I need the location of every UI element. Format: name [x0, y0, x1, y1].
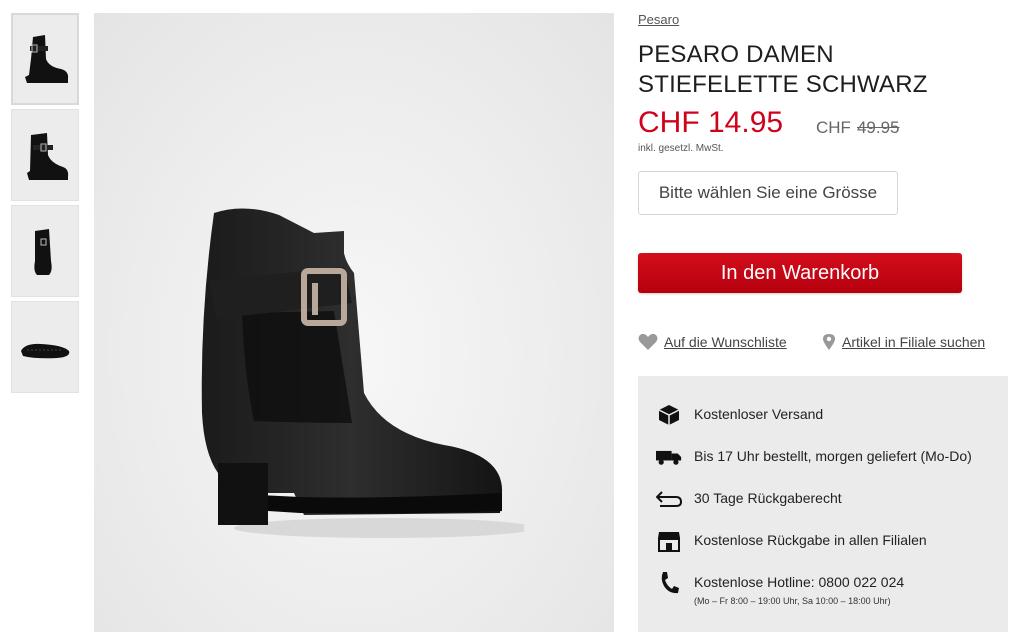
thumbnail-side-view[interactable]: [11, 13, 79, 105]
location-pin-icon: [823, 334, 835, 350]
size-select[interactable]: Bitte wählen Sie eine Grösse: [638, 171, 898, 215]
sole-thumbnail-icon: [21, 343, 70, 359]
benefit-item: Kostenloser Versand: [638, 402, 1008, 444]
benefit-text: Kostenlose Rückgabe in allen Filialen: [694, 532, 927, 548]
benefit-item: Kostenlose Rückgabe in allen Filialen: [638, 528, 1008, 570]
benefit-text: 30 Tage Rückgaberecht: [694, 490, 842, 506]
store-icon: [656, 528, 682, 554]
thumbnail-sole-view[interactable]: [11, 301, 79, 393]
original-price-value: 49.95: [856, 118, 900, 137]
benefit-text: Bis 17 Uhr bestellt, morgen geliefert (M…: [694, 448, 972, 464]
benefit-item: Kostenlose Hotline: 0800 022 024 (Mo – F…: [638, 570, 1008, 612]
thumbnail-side-angle-view[interactable]: [11, 109, 79, 201]
current-price: CHF 14.95: [638, 106, 784, 139]
original-price: CHF 49.95: [816, 118, 900, 138]
hotline-text: Kostenlose Hotline: 0800 022 024: [694, 574, 905, 590]
truck-icon: [656, 444, 682, 470]
ankle-boot-image: [201, 208, 524, 538]
add-to-cart-button[interactable]: In den Warenkorb: [638, 253, 962, 293]
benefits-panel: Kostenloser Versand Bis 17 Uhr bestellt,…: [638, 376, 1008, 632]
store-search-label: Artikel in Filiale suchen: [842, 334, 986, 350]
wishlist-link[interactable]: Auf die Wunschliste: [638, 333, 787, 351]
thumbnail-list: [11, 13, 81, 397]
wishlist-label: Auf die Wunschliste: [664, 334, 787, 350]
title-line-2: STIEFELETTE SCHWARZ: [638, 71, 928, 98]
brand-link[interactable]: Pesaro: [638, 12, 679, 27]
package-icon: [656, 402, 682, 428]
return-arrow-icon: [656, 486, 682, 512]
thumbnail-front-view[interactable]: [11, 205, 79, 297]
boot-thumbnail-icon: [25, 35, 69, 83]
benefit-text: Kostenloser Versand: [694, 406, 824, 422]
heart-icon: [638, 333, 658, 350]
title-line-1: PESARO DAMEN: [638, 41, 834, 68]
original-price-currency: CHF: [816, 118, 851, 137]
main-product-image[interactable]: [94, 13, 614, 632]
benefit-item: 30 Tage Rückgaberecht: [638, 486, 1008, 528]
product-title: PESARO DAMEN STIEFELETTE SCHWARZ: [638, 40, 1008, 100]
boot-thumbnail-icon: [27, 133, 69, 180]
benefit-text: Kostenlose Hotline: 0800 022 024 (Mo – F…: [694, 574, 904, 606]
hotline-hours: (Mo – Fr 8:00 – 19:00 Uhr, Sa 10:00 – 18…: [694, 596, 891, 606]
benefit-item: Bis 17 Uhr bestellt, morgen geliefert (M…: [638, 444, 1008, 486]
store-search-link[interactable]: Artikel in Filiale suchen: [822, 333, 985, 351]
vat-note: inkl. gesetzl. MwSt.: [638, 143, 724, 154]
boot-thumbnail-icon: [34, 229, 52, 275]
phone-icon: [656, 570, 682, 596]
